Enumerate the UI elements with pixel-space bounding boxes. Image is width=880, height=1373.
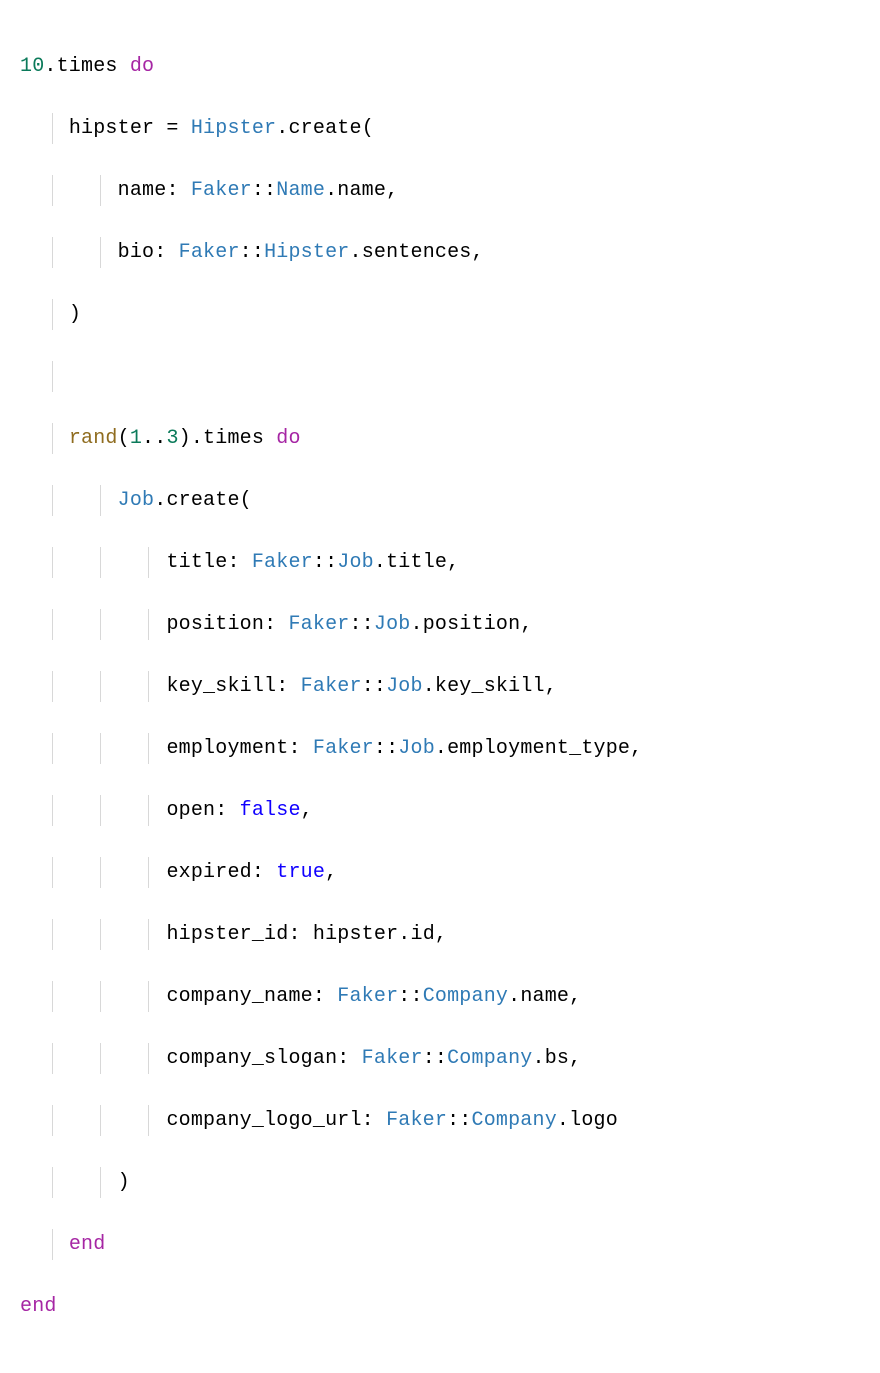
code-line: ) [20,299,860,330]
code-line: bio: Faker::Hipster.sentences, [20,237,860,268]
code-line: key_skill: Faker::Job.key_skill, [20,671,860,702]
code-line: 10.times do [20,51,860,82]
code-line: name: Faker::Name.name, [20,175,860,206]
code-line: hipster = Hipster.create( [20,113,860,144]
method-call: rand [69,427,118,450]
code-line: end [20,1291,860,1322]
boolean-literal: false [240,799,301,822]
keyword-end: end [20,1295,57,1318]
code-line [20,361,860,392]
constant: Hipster [191,117,276,140]
code-line: rand(1..3).times do [20,423,860,454]
code-line: open: false, [20,795,860,826]
keyword-end: end [69,1233,106,1256]
boolean-literal: true [276,861,325,884]
code-line: company_name: Faker::Company.name, [20,981,860,1012]
number-literal: 10 [20,55,44,78]
keyword-do: do [130,55,154,78]
code-block: 10.times do hipster = Hipster.create( na… [20,20,860,1353]
code-line: company_logo_url: Faker::Company.logo [20,1105,860,1136]
code-line: position: Faker::Job.position, [20,609,860,640]
code-line: company_slogan: Faker::Company.bs, [20,1043,860,1074]
code-line: end [20,1229,860,1260]
code-line: expired: true, [20,857,860,888]
code-line: Job.create( [20,485,860,516]
code-line: employment: Faker::Job.employment_type, [20,733,860,764]
code-line: title: Faker::Job.title, [20,547,860,578]
code-line: hipster_id: hipster.id, [20,919,860,950]
code-line: ) [20,1167,860,1198]
